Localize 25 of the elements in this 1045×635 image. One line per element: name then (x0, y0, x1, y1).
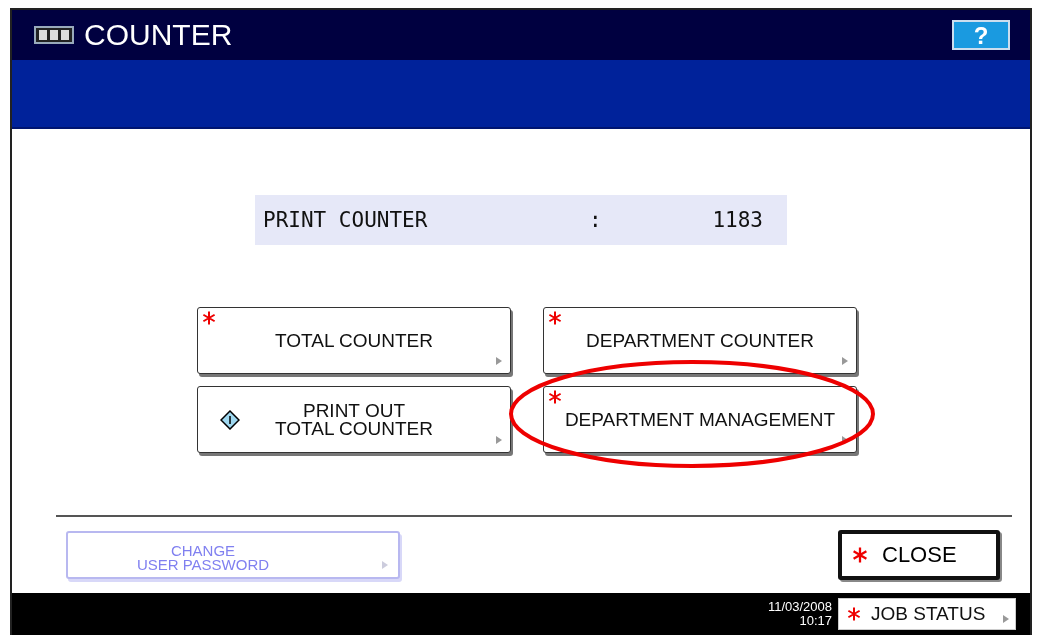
arrow-icon (496, 436, 502, 444)
counter-separator: : (589, 208, 602, 232)
menu-button[interactable]: DEPARTMENT COUNTER (543, 307, 857, 374)
counter-icon (34, 26, 74, 44)
asterisk-icon (202, 311, 216, 325)
menu-button[interactable]: DEPARTMENT MANAGEMENT (543, 386, 857, 453)
asterisk-icon (548, 390, 562, 404)
window-title: COUNTER (84, 18, 234, 52)
arrow-icon (842, 357, 848, 365)
asterisk-icon (852, 547, 868, 563)
diamond-icon (220, 410, 240, 430)
close-button[interactable]: CLOSE (838, 530, 1000, 580)
arrow-icon (496, 357, 502, 365)
job-status-button[interactable]: JOB STATUS (838, 598, 1016, 630)
time-text: 10:17 (799, 614, 832, 628)
arrow-icon (842, 436, 848, 444)
counter-label: PRINT COUNTER (263, 208, 429, 232)
menu-button[interactable]: TOTAL COUNTER (197, 307, 511, 374)
arrow-icon (1003, 615, 1009, 623)
arrow-icon (382, 561, 388, 569)
counter-value: 1183 (712, 208, 763, 232)
menu-button[interactable]: PRINT OUT TOTAL COUNTER (197, 386, 511, 453)
asterisk-icon (548, 311, 562, 325)
date-text: 11/03/2008 (767, 600, 832, 614)
asterisk-icon (847, 607, 861, 621)
